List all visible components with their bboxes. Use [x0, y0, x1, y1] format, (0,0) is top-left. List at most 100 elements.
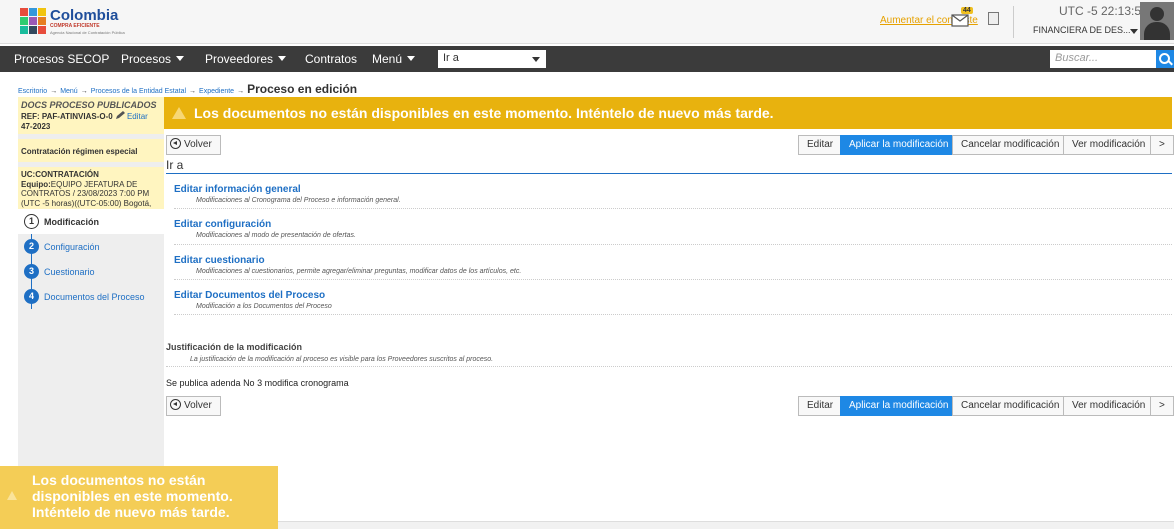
reference-number: REF: PAF-ATINVIAS-O-0	[21, 112, 113, 121]
process-steps: 1 Modificación 2 Configuración 3 Cuestionar…	[18, 209, 164, 309]
nav-menu-label: Menú	[372, 52, 403, 66]
option-divider	[174, 244, 1172, 245]
edit-button[interactable]: Editar	[798, 135, 843, 155]
edit-reference-link[interactable]: Editar	[127, 112, 148, 121]
view-modification-button[interactable]: Ver modificación	[1063, 396, 1155, 416]
sidebar: DOCS PROCESO PUBLICADOS REF: PAF-ATINVIA…	[18, 97, 164, 484]
breadcrumb-expediente[interactable]: Expediente	[199, 88, 234, 95]
toast-text: Los documentos no están disponibles en e…	[32, 472, 233, 521]
back-arrow-icon	[170, 138, 181, 149]
breadcrumb: Escritorio → Menú → Procesos de la Entidad E…	[18, 82, 358, 96]
step-number: 1	[24, 214, 39, 229]
more-button[interactable]: >	[1150, 135, 1174, 155]
justification-description: La justificación de la modificación al p…	[190, 356, 494, 363]
mail-count-badge: 44	[961, 7, 973, 14]
nav-contratos[interactable]: Contratos	[305, 52, 357, 66]
back-button[interactable]: Volver	[166, 396, 221, 416]
step-documentos[interactable]: 4 Documentos del Proceso	[18, 284, 164, 309]
reference-year: 47-2023	[21, 121, 51, 131]
view-modification-button[interactable]: Ver modificación	[1063, 135, 1155, 155]
chevron-down-icon	[176, 56, 185, 61]
option-description: Modificaciones al modo de presentación d…	[196, 232, 356, 239]
goto-value: Ir a	[443, 52, 459, 64]
pencil-icon[interactable]	[115, 110, 127, 120]
warning-toast[interactable]: Los documentos no están disponibles en e…	[0, 466, 278, 529]
more-button[interactable]: >	[1150, 396, 1174, 416]
step-label: Configuración	[44, 241, 100, 252]
edit-configuration-link[interactable]: Editar configuración	[174, 219, 1172, 230]
justification-title: Justificación de la modificación	[166, 342, 303, 352]
section-underline	[166, 173, 1172, 174]
edit-general-info-link[interactable]: Editar información general	[174, 184, 1172, 195]
justification-value: Se publica adenda No 3 modifica cronogra…	[166, 378, 349, 388]
option-configuration: Editar configuración Modificaciones al m…	[174, 219, 1172, 239]
page-title: Proceso en edición	[247, 82, 358, 96]
step-number: 4	[24, 289, 39, 304]
nav-procesos-label: Procesos	[121, 52, 172, 66]
warning-icon	[7, 491, 17, 500]
chevron-down-icon[interactable]	[1130, 29, 1138, 34]
warning-icon	[172, 107, 186, 119]
entity-selector[interactable]: FINANCIERA DE DES...	[1033, 25, 1131, 35]
apply-modification-button[interactable]: Aplicar la modificación	[840, 396, 958, 416]
back-label: Volver	[184, 400, 212, 411]
header-divider	[1013, 6, 1014, 38]
option-description: Modificaciones al Cronograma del Proceso…	[196, 197, 401, 204]
edit-button[interactable]: Editar	[798, 396, 843, 416]
bottom-toolbar: Volver Editar Aplicar la modificación Ca…	[164, 396, 1174, 416]
docs-published-label: DOCS PROCESO PUBLICADOS	[21, 100, 157, 110]
top-header: Colombia COMPRA EFICIENTE Agencia Nacion…	[0, 0, 1174, 44]
top-toolbar: Volver Editar Aplicar la modificación Ca…	[164, 135, 1174, 155]
section-title: Ir a	[166, 158, 184, 172]
chevron-down-icon	[407, 56, 416, 61]
chevron-down-icon	[278, 56, 287, 61]
cancel-modification-button[interactable]: Cancelar modificación	[952, 135, 1069, 155]
nav-proveedores[interactable]: Proveedores	[205, 52, 287, 66]
option-divider	[174, 314, 1172, 315]
nav-proveedores-label: Proveedores	[205, 52, 274, 66]
process-summary: DOCS PROCESO PUBLICADOS REF: PAF-ATINVIA…	[18, 97, 164, 135]
option-documents: Editar Documentos del Proceso Modificaci…	[174, 290, 1172, 310]
nav-menu[interactable]: Menú	[372, 52, 416, 66]
step-label: Cuestionario	[44, 266, 95, 277]
step-number: 2	[24, 239, 39, 254]
option-description: Modificaciones al cuestionarios, permite…	[196, 268, 522, 275]
uc-label: UC:CONTRATACIÓN	[21, 170, 99, 180]
document-icon[interactable]	[988, 12, 999, 25]
cancel-modification-button[interactable]: Cancelar modificación	[952, 396, 1069, 416]
option-description: Modificación a los Documentos del Proces…	[196, 303, 332, 310]
nav-procesos[interactable]: Procesos	[121, 52, 185, 66]
edit-documents-link[interactable]: Editar Documentos del Proceso	[174, 290, 1172, 301]
colombia-compra-logo[interactable]: Colombia COMPRA EFICIENTE Agencia Nacion…	[18, 3, 138, 39]
option-general-info: Editar información general Modificacione…	[174, 184, 1172, 204]
user-avatar[interactable]	[1140, 2, 1174, 40]
main-navbar: Procesos SECOP Procesos Proveedores Cont…	[0, 46, 1174, 72]
justification-divider	[166, 366, 1172, 367]
search-icon[interactable]	[1156, 50, 1174, 68]
contract-type: Contratación régimen especial	[18, 139, 164, 163]
search-input[interactable]: Buscar...	[1050, 50, 1156, 68]
step-label: Modificación	[44, 216, 100, 227]
step-configuracion[interactable]: 2 Configuración	[18, 234, 164, 259]
breadcrumb-menu[interactable]: Menú	[60, 88, 78, 95]
logo-mark-icon	[18, 6, 46, 36]
breadcrumb-procesos[interactable]: Procesos de la Entidad Estatal	[91, 88, 186, 95]
team-label: Equipo:	[21, 179, 51, 189]
step-modificacion[interactable]: 1 Modificación	[18, 209, 164, 234]
nav-procesos-secop[interactable]: Procesos SECOP	[14, 52, 109, 66]
breadcrumb-escritorio[interactable]: Escritorio	[18, 88, 47, 95]
step-cuestionario[interactable]: 3 Cuestionario	[18, 259, 164, 284]
chevron-down-icon	[532, 57, 540, 62]
back-button[interactable]: Volver	[166, 135, 221, 155]
warning-text: Los documentos no están disponibles en e…	[194, 105, 774, 121]
warning-banner: Los documentos no están disponibles en e…	[164, 97, 1172, 129]
option-divider	[174, 279, 1172, 280]
footer-bar	[278, 521, 1174, 529]
step-number: 3	[24, 264, 39, 279]
apply-modification-button[interactable]: Aplicar la modificación	[840, 135, 958, 155]
goto-select[interactable]: Ir a	[438, 50, 546, 68]
back-arrow-icon	[170, 399, 181, 410]
step-label: Documentos del Proceso	[44, 291, 145, 302]
edit-questionnaire-link[interactable]: Editar cuestionario	[174, 255, 1172, 266]
logo-title: Colombia	[50, 6, 119, 24]
